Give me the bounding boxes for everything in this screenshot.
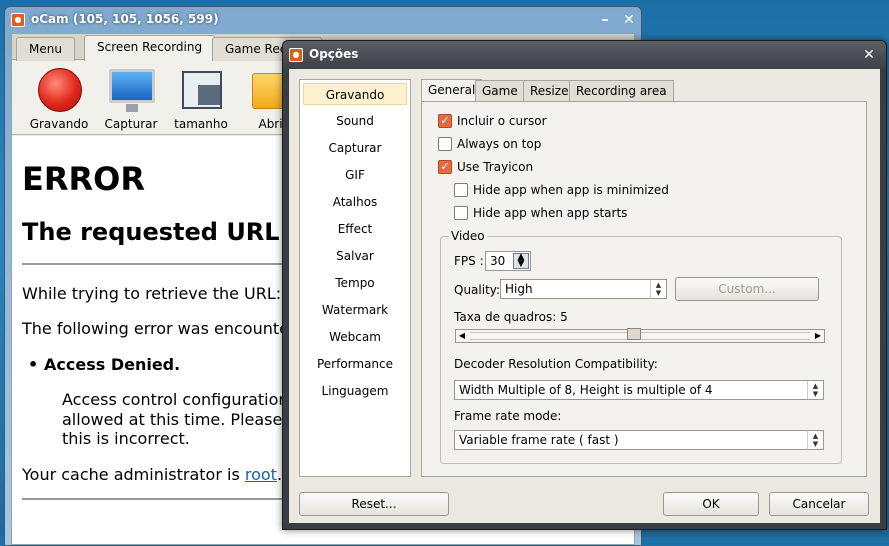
quality-select[interactable]: High ▲ ▼ bbox=[500, 279, 667, 299]
minimize-icon[interactable]: – bbox=[595, 11, 615, 29]
checkbox-box bbox=[454, 206, 468, 220]
options-title: Opções bbox=[309, 47, 359, 61]
reset-button[interactable]: Reset... bbox=[299, 492, 449, 516]
frame-rate-label: Taxa de quadros: 5 bbox=[454, 310, 568, 324]
nav-item-gif[interactable]: GIF bbox=[303, 164, 407, 186]
slider-thumb[interactable] bbox=[627, 328, 642, 340]
decoder-label: Decoder Resolution Compatibility: bbox=[454, 357, 658, 371]
nav-item-effect[interactable]: Effect bbox=[303, 218, 407, 240]
cache-admin-text: Your cache administrator is root. bbox=[22, 465, 282, 484]
checkmark-icon: ✓ bbox=[438, 114, 452, 128]
access-control-line-1: Access control configuration bbox=[62, 390, 289, 409]
quality-label: Quality: bbox=[454, 283, 501, 297]
ocam-titlebar[interactable]: ● oCam (105, 105, 1056, 599) – ✕ bbox=[5, 7, 641, 33]
admin-link[interactable]: root bbox=[245, 465, 277, 484]
nav-item-sound[interactable]: Sound bbox=[303, 110, 407, 132]
resize-label: tamanho bbox=[174, 117, 228, 131]
options-dialog: ● Opções ✕ Gravando Sound Capturar GIF A… bbox=[282, 40, 887, 530]
checkmark-icon: ✓ bbox=[438, 160, 452, 174]
ok-button[interactable]: OK bbox=[663, 492, 759, 516]
resize-button[interactable]: tamanho bbox=[170, 65, 232, 131]
nav-item-webcam[interactable]: Webcam bbox=[303, 326, 407, 348]
tab-recording-area[interactable]: Recording area bbox=[569, 80, 674, 102]
frame-mode-label: Frame rate mode: bbox=[454, 409, 562, 423]
url-retrieve-text: While trying to retrieve the URL: bbox=[22, 284, 282, 303]
capture-button[interactable]: Capturar bbox=[100, 65, 162, 131]
arrow-right-icon[interactable]: ▶ bbox=[812, 330, 824, 342]
tab-game[interactable]: Game bbox=[475, 80, 525, 102]
cancel-button[interactable]: Cancelar bbox=[769, 492, 869, 516]
options-app-icon: ● bbox=[289, 48, 303, 62]
nav-item-linguagem[interactable]: Linguagem bbox=[303, 380, 407, 402]
resize-icon bbox=[182, 71, 222, 109]
hide-minimized-label: Hide app when app is minimized bbox=[473, 183, 669, 197]
options-titlebar[interactable]: ● Opções ✕ bbox=[283, 41, 886, 69]
general-panel: ✓ Incluir o cursor Always on top ✓ Use T… bbox=[421, 101, 867, 477]
frame-rate-slider[interactable]: ◀ ▶ bbox=[455, 328, 825, 343]
custom-button[interactable]: Custom... bbox=[675, 277, 819, 301]
fps-label: FPS : bbox=[454, 254, 484, 268]
use-trayicon-label: Use Trayicon bbox=[457, 160, 534, 174]
nav-item-capturar[interactable]: Capturar bbox=[303, 137, 407, 159]
decoder-select[interactable]: Width Multiple of 8, Height is multiple … bbox=[454, 380, 824, 400]
ocam-app-icon: ● bbox=[11, 13, 25, 27]
record-button[interactable]: Gravando bbox=[28, 65, 90, 131]
chevron-updown-icon: ▲ ▼ bbox=[807, 431, 823, 449]
chevron-updown-icon: ▲ ▼ bbox=[650, 280, 666, 298]
options-body: Gravando Sound Capturar GIF Atalhos Effe… bbox=[289, 69, 880, 523]
nav-item-watermark[interactable]: Watermark bbox=[303, 299, 407, 321]
checkbox-box bbox=[454, 183, 468, 197]
nav-item-performance[interactable]: Performance bbox=[303, 353, 407, 375]
record-icon bbox=[38, 68, 82, 112]
capture-label: Capturar bbox=[104, 117, 158, 131]
nav-item-atalhos[interactable]: Atalhos bbox=[303, 191, 407, 213]
quality-value: High bbox=[505, 282, 533, 296]
access-control-line-2: allowed at this time. Please bbox=[62, 410, 283, 429]
close-icon[interactable]: ✕ bbox=[619, 11, 639, 29]
frame-mode-select[interactable]: Variable frame rate ( fast ) ▲ ▼ bbox=[454, 430, 824, 450]
error-heading: ERROR bbox=[22, 160, 145, 198]
monitor-icon bbox=[109, 69, 155, 112]
nav-item-salvar[interactable]: Salvar bbox=[303, 245, 407, 267]
tab-general[interactable]: General bbox=[421, 79, 483, 103]
decoder-value: Width Multiple of 8, Height is multiple … bbox=[459, 383, 713, 397]
include-cursor-label: Incluir o cursor bbox=[457, 114, 547, 128]
close-icon[interactable]: ✕ bbox=[859, 46, 879, 64]
tab-menu[interactable]: Menu bbox=[16, 37, 75, 61]
hide-starts-label: Hide app when app starts bbox=[473, 206, 628, 220]
video-group-title: Video bbox=[449, 229, 487, 243]
fps-spinner[interactable]: 30 ▲ ▼ bbox=[485, 251, 531, 271]
frame-mode-value: Variable frame rate ( fast ) bbox=[459, 433, 619, 447]
record-label: Gravando bbox=[29, 117, 89, 131]
options-nav-list: Gravando Sound Capturar GIF Atalhos Effe… bbox=[299, 79, 411, 477]
ocam-title: oCam (105, 105, 1056, 599) bbox=[31, 12, 219, 26]
error-encountered-text: The following error was encounte bbox=[22, 319, 289, 338]
fps-value: 30 bbox=[490, 254, 506, 268]
tab-screen-recording[interactable]: Screen Recording bbox=[84, 35, 216, 61]
checkbox-box bbox=[438, 137, 452, 151]
access-control-line-3: this is incorrect. bbox=[62, 429, 190, 448]
spinner-arrows-icon[interactable]: ▲ ▼ bbox=[513, 253, 529, 269]
cache-admin-prefix: Your cache administrator is bbox=[22, 465, 245, 484]
arrow-left-icon[interactable]: ◀ bbox=[456, 330, 468, 342]
tab-resize[interactable]: Resize bbox=[523, 80, 576, 102]
chevron-updown-icon: ▲ ▼ bbox=[807, 381, 823, 399]
error-subheading: The requested URL bbox=[22, 218, 280, 246]
always-on-top-label: Always on top bbox=[457, 137, 542, 151]
access-denied-item: Access Denied. bbox=[28, 355, 180, 374]
nav-item-gravando[interactable]: Gravando bbox=[303, 83, 407, 105]
video-group: Video FPS : 30 ▲ ▼ Quality: High ▲ ▼ Custo… bbox=[440, 229, 842, 464]
nav-item-tempo[interactable]: Tempo bbox=[303, 272, 407, 294]
